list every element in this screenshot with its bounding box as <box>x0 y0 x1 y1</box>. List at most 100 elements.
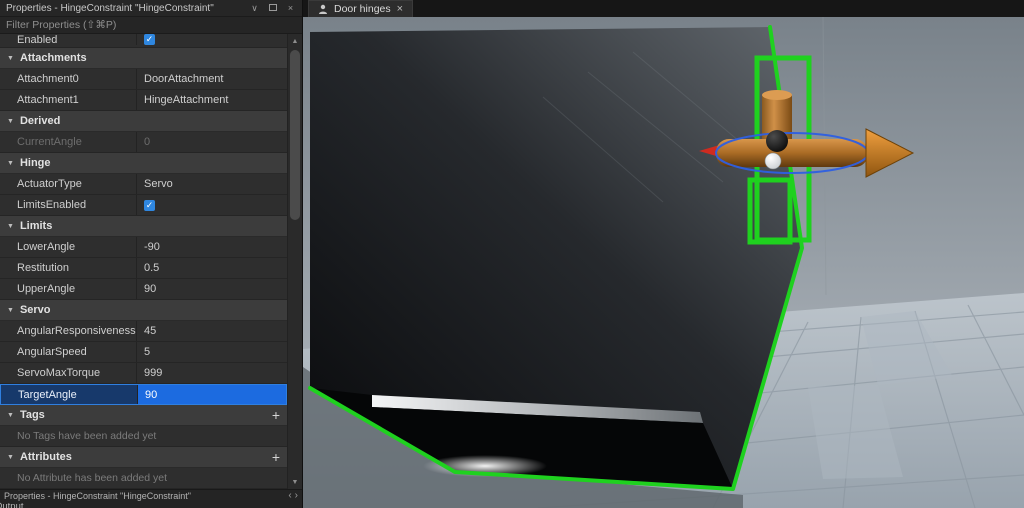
tab-door-hinges[interactable]: Door hinges × <box>308 0 414 17</box>
output-bottom-tab[interactable]: Output <box>0 502 302 508</box>
chevron-left-icon[interactable]: ‹ <box>288 491 291 501</box>
bottom-collapsed-bars: Properties - HingeConstraint "HingeConst… <box>0 489 302 508</box>
float-window-icon[interactable] <box>267 0 278 16</box>
properties-body: Enabled ✓ ▼ Attachments Attachment0 DoorAttac… <box>0 34 302 489</box>
property-row-restitution[interactable]: Restitution 0.5 <box>0 258 287 279</box>
property-row-actuatortype[interactable]: ActuatorType Servo <box>0 174 287 195</box>
checkbox[interactable]: ✓ <box>144 199 155 211</box>
hinge-spindle <box>716 139 868 167</box>
section-label: Attributes <box>19 451 72 463</box>
scroll-down-icon[interactable]: ▼ <box>288 475 302 489</box>
properties-panel: Properties - HingeConstraint "HingeConst… <box>0 0 303 508</box>
add-tags-icon[interactable]: + <box>272 408 280 422</box>
section-label: Tags <box>19 409 45 421</box>
property-name: CurrentAngle <box>0 132 137 152</box>
section-header-limits[interactable]: ▼ Limits <box>0 216 287 237</box>
section-caret-icon[interactable]: ▼ <box>7 55 14 62</box>
door-part[interactable] <box>310 27 802 489</box>
property-value[interactable]: 0.5 <box>137 258 287 278</box>
properties-panel-title: Properties - HingeConstraint "HingeConst… <box>6 2 214 14</box>
tab-label: Door hinges <box>334 3 391 15</box>
add-attributes-icon[interactable]: + <box>272 450 280 464</box>
properties-bottom-tab[interactable]: Properties - HingeConstraint "HingeConst… <box>0 490 302 502</box>
property-row-limitsenabled[interactable]: LimitsEnabled ✓ <box>0 195 287 216</box>
viewport-area: Door hinges × <box>303 0 1024 508</box>
section-header-derived[interactable]: ▼ Derived <box>0 111 287 132</box>
empty-note: No Attribute has been added yet <box>0 468 287 489</box>
output-bottom-label: Output <box>0 502 24 508</box>
section-header-hinge[interactable]: ▼ Hinge <box>0 153 287 174</box>
properties-bottom-label: Properties - HingeConstraint "HingeConst… <box>4 491 191 501</box>
section-caret-icon[interactable]: ▼ <box>7 454 14 461</box>
properties-list: Enabled ✓ ▼ Attachments Attachment0 DoorAttac… <box>0 34 287 489</box>
tab-close-icon[interactable]: × <box>397 3 403 15</box>
property-name: AngularResponsiveness <box>0 321 137 341</box>
property-value[interactable]: 90 <box>137 279 287 299</box>
properties-titlebar[interactable]: Properties - HingeConstraint "HingeConst… <box>0 0 302 16</box>
property-value[interactable]: HingeAttachment <box>137 90 287 110</box>
scrollbar-track[interactable] <box>288 48 302 475</box>
property-row-currentangle[interactable]: CurrentAngle 0 <box>0 132 287 153</box>
property-value[interactable]: ✓ <box>137 34 287 45</box>
property-row-attachment1[interactable]: Attachment1 HingeAttachment <box>0 90 287 111</box>
property-row-angularresponsiveness[interactable]: AngularResponsiveness 45 <box>0 321 287 342</box>
viewport-tabbar: Door hinges × <box>303 0 1024 17</box>
property-row-enabled[interactable]: Enabled ✓ <box>0 34 287 48</box>
property-value[interactable]: 0 <box>137 132 287 152</box>
property-value[interactable]: ✓ <box>137 195 287 215</box>
property-value[interactable]: DoorAttachment <box>137 69 287 89</box>
section-caret-icon[interactable]: ▼ <box>7 412 14 419</box>
section-label: Servo <box>19 304 51 316</box>
section-label: Derived <box>19 115 61 127</box>
scroll-up-icon[interactable]: ▲ <box>288 34 302 48</box>
studio-window: Properties - HingeConstraint "HingeConst… <box>0 0 1024 508</box>
section-header-attachments[interactable]: ▼ Attachments <box>0 48 287 69</box>
property-value[interactable]: 999 <box>137 363 287 383</box>
property-row-targetangle[interactable]: TargetAngle 90 <box>0 384 287 405</box>
property-name: UpperAngle <box>0 279 137 299</box>
section-caret-icon[interactable]: ▼ <box>7 307 14 314</box>
property-name: Attachment0 <box>0 69 137 89</box>
property-row-servomaxtorque[interactable]: ServoMaxTorque 999 <box>0 363 287 384</box>
chevron-down-icon[interactable]: ∨ <box>249 0 260 16</box>
property-value[interactable]: 5 <box>137 342 287 362</box>
property-name: LimitsEnabled <box>0 195 137 215</box>
section-header-servo[interactable]: ▼ Servo <box>0 300 287 321</box>
property-name: Restitution <box>0 258 137 278</box>
black-sphere <box>766 130 788 152</box>
section-caret-icon[interactable]: ▼ <box>7 118 14 125</box>
section-label: Hinge <box>19 157 51 169</box>
close-icon[interactable]: × <box>285 0 296 16</box>
chevron-right-icon[interactable]: › <box>295 491 298 501</box>
property-name: Enabled <box>0 34 137 45</box>
scrollbar-thumb[interactable] <box>290 50 300 220</box>
3d-scene[interactable] <box>303 17 1024 508</box>
properties-scrollbar[interactable]: ▲ ▼ <box>287 34 302 489</box>
section-header-tags[interactable]: ▼ Tags + <box>0 405 287 426</box>
section-label: Attachments <box>19 52 87 64</box>
white-sphere <box>764 152 782 170</box>
hinge-axis-cylinder-cap <box>762 90 792 100</box>
property-name: ActuatorType <box>0 174 137 194</box>
property-name: AngularSpeed <box>0 342 137 362</box>
property-row-lowerangle[interactable]: LowerAngle -90 <box>0 237 287 258</box>
property-value[interactable]: 90 <box>138 385 286 404</box>
property-row-upperangle[interactable]: UpperAngle 90 <box>0 279 287 300</box>
property-row-attachment0[interactable]: Attachment0 DoorAttachment <box>0 69 287 90</box>
filter-properties-bar <box>0 16 302 34</box>
section-header-attributes[interactable]: ▼ Attributes + <box>0 447 287 468</box>
property-name: LowerAngle <box>0 237 137 257</box>
property-value[interactable]: Servo <box>137 174 287 194</box>
float-window-glyph <box>268 4 277 11</box>
property-value[interactable]: 45 <box>137 321 287 341</box>
filter-properties-input[interactable] <box>0 17 302 33</box>
property-row-angularspeed[interactable]: AngularSpeed 5 <box>0 342 287 363</box>
property-value[interactable]: -90 <box>137 237 287 257</box>
property-name: Attachment1 <box>0 90 137 110</box>
empty-note: No Tags have been added yet <box>0 426 287 447</box>
property-name: TargetAngle <box>1 385 138 404</box>
person-icon <box>319 4 327 14</box>
section-caret-icon[interactable]: ▼ <box>7 160 14 167</box>
section-caret-icon[interactable]: ▼ <box>7 223 14 230</box>
checkbox[interactable]: ✓ <box>144 34 155 45</box>
